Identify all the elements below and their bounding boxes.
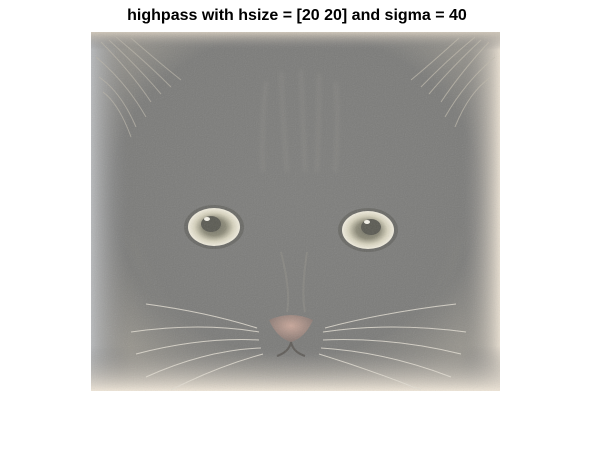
matlab-figure: highpass with hsize = [20 20] and sigma … — [0, 0, 594, 474]
highpass-kitten-image — [91, 32, 500, 391]
figure-title: highpass with hsize = [20 20] and sigma … — [127, 7, 467, 24]
